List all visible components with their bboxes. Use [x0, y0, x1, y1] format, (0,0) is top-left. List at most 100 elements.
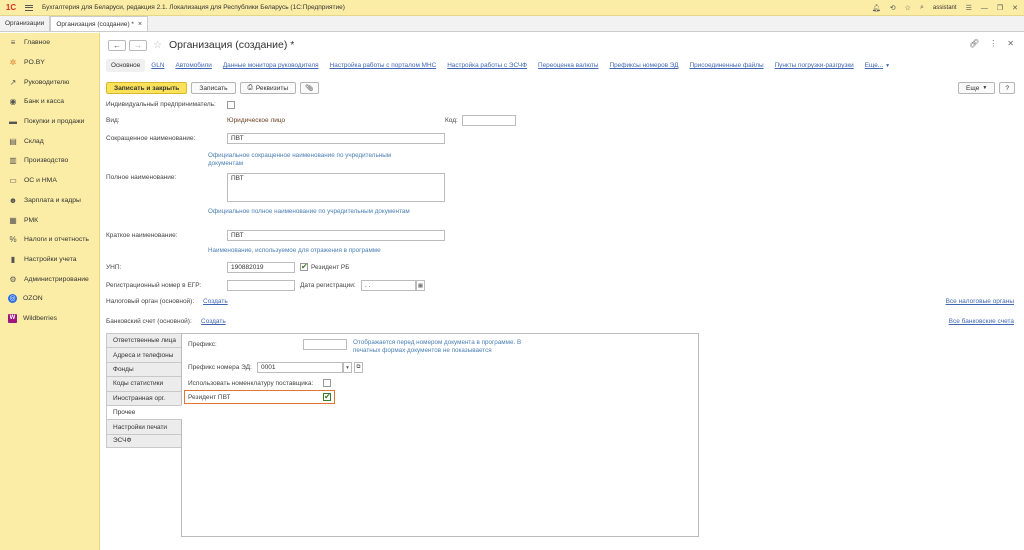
search-icon[interactable]: ⌕	[920, 4, 924, 12]
help-button[interactable]: ?	[999, 82, 1015, 94]
sidebar-item-label: Зарплата и кадры	[24, 196, 81, 204]
all-bank-accounts-link[interactable]: Все банковские счета	[949, 318, 1014, 325]
vtab-other[interactable]: Прочее	[106, 404, 182, 420]
brief-name-hint: Наименование, используемое для отражения…	[208, 247, 381, 254]
sidebar-item-bank[interactable]: ◉ Банк и касса	[0, 92, 99, 112]
vtab-responsible[interactable]: Ответственные лица	[106, 333, 182, 348]
short-name-label: Сокращенное наименование:	[106, 135, 196, 142]
sidebar-item-director[interactable]: ↗ Руководителю	[0, 72, 99, 92]
sidebar-item-label: Администрирование	[24, 275, 89, 283]
sidebar-item-taxes[interactable]: % Налоги и отчетность	[0, 230, 99, 250]
vtab-statistics-codes[interactable]: Коды статистики	[106, 376, 182, 391]
vtab-eschf[interactable]: ЭСЧФ	[106, 433, 182, 449]
requisites-button[interactable]: ⎙ Реквизиты	[239, 82, 297, 94]
reg-date-input[interactable]: . .	[361, 280, 416, 291]
bank-label: Банковский счет (основной):	[106, 318, 192, 325]
forward-arrow-icon[interactable]: →	[129, 39, 147, 51]
percent-icon: %	[9, 235, 17, 245]
main-menu-icon[interactable]	[22, 0, 36, 16]
calendar-icon[interactable]: ▦	[416, 280, 425, 291]
favorite-star-icon[interactable]: ☆	[153, 40, 162, 51]
sidebar-item-accounting-settings[interactable]: ▮ Настройки учета	[0, 250, 99, 270]
close-form-icon[interactable]: ✕	[1007, 39, 1014, 48]
nomenclature-checkbox[interactable]	[323, 379, 331, 387]
sidebar-item-pos[interactable]: ▦ РМК	[0, 210, 99, 230]
sidebar-item-fixed-assets[interactable]: ▭ ОС и НМА	[0, 171, 99, 191]
vid-label: Вид:	[106, 117, 120, 124]
resident-rb-checkbox[interactable]	[300, 262, 308, 271]
sidebar-item-purchases[interactable]: ▬ Покупки и продажи	[0, 112, 99, 132]
nav-link-cars[interactable]: Автомобили	[175, 62, 211, 69]
form-title: Организация (создание) *	[168, 39, 295, 51]
open-icon[interactable]: ⧉	[354, 362, 363, 373]
sidebar-item-ozon[interactable]: ◎ OZON	[0, 289, 99, 309]
vid-value[interactable]: Юридическое лицо	[227, 117, 285, 124]
nav-link-revaluation[interactable]: Переоценка валюты	[538, 62, 599, 69]
ed-prefix-input[interactable]: 0001	[257, 362, 343, 373]
sidebar-item-salary[interactable]: ☻ Зарплата и кадры	[0, 191, 99, 211]
sidebar-item-wildberries[interactable]: W Wildberries	[0, 309, 99, 329]
short-name-input[interactable]: ПВТ	[227, 133, 445, 144]
settings-menu-icon[interactable]: ☰	[966, 4, 972, 12]
sidebar-item-warehouse[interactable]: ▤ Склад	[0, 131, 99, 151]
tab-organizations[interactable]: Организации	[0, 16, 51, 31]
nav-link-eschf[interactable]: Настройка работы с ЭСЧФ	[447, 62, 527, 69]
nav-link-main[interactable]: Основное	[106, 59, 146, 72]
command-bar-right: Еще ▼ ?	[957, 82, 1015, 94]
more-button[interactable]: Еще ▼	[957, 82, 996, 94]
pvt-resident-checkbox[interactable]	[323, 392, 331, 401]
vtab-print-settings[interactable]: Настройки печати	[106, 419, 182, 434]
nav-link-mns-portal[interactable]: Настройка работы с порталом МНС	[330, 62, 437, 69]
history-icon[interactable]: ⟲	[890, 4, 896, 12]
bank-create-link[interactable]: Создать	[201, 318, 226, 325]
more-dropdown-icon[interactable]: ▼	[885, 63, 890, 69]
full-name-input[interactable]: ПВТ	[227, 173, 445, 202]
kod-label: Код:	[445, 117, 458, 124]
ip-checkbox[interactable]	[227, 101, 235, 109]
prefix-input[interactable]	[303, 339, 347, 350]
warehouse-icon: ▤	[9, 136, 17, 146]
save-and-close-button[interactable]: Записать и закрыть	[106, 82, 188, 94]
egr-input[interactable]	[227, 280, 295, 291]
user-name[interactable]: assistant	[933, 5, 957, 11]
sidebar-item-label: OZON	[23, 295, 43, 303]
minimize-icon[interactable]: —	[981, 5, 988, 12]
tax-create-link[interactable]: Создать	[203, 298, 228, 305]
save-button[interactable]: Записать	[191, 82, 236, 94]
close-window-icon[interactable]: ✕	[1012, 4, 1018, 12]
sidebar-item-main[interactable]: ≡ Главное	[0, 33, 99, 53]
vtab-foreign-org[interactable]: Иностранная орг.	[106, 390, 182, 405]
reg-date-label: Дата регистрации:	[300, 282, 356, 289]
vtab-funds[interactable]: Фонды	[106, 361, 182, 377]
tab-organization-create[interactable]: Организация (создание) * ×	[50, 16, 149, 31]
bell-icon[interactable]: 🔔︎	[872, 4, 881, 12]
sidebar-item-production[interactable]: ▥ Производство	[0, 151, 99, 171]
register-icon: ▦	[9, 215, 17, 225]
sidebar-item-label: Главное	[24, 39, 50, 47]
sidebar-item-label: РМК	[24, 216, 39, 224]
nav-link-ed-prefixes[interactable]: Префиксы номеров ЭД	[610, 62, 679, 69]
restore-icon[interactable]: ❐	[997, 4, 1003, 12]
nav-link-loading-points[interactable]: Пункты погрузки-разгрузки	[775, 62, 854, 69]
favorites-star-icon[interactable]: ☆	[905, 4, 911, 12]
close-tab-icon[interactable]: ×	[138, 21, 142, 28]
more-vertical-icon[interactable]: ⋮	[989, 39, 997, 48]
all-tax-offices-link[interactable]: Все налоговые органы	[946, 298, 1014, 305]
nav-link-more[interactable]: Еще...	[865, 62, 883, 69]
attach-button[interactable]: 📎︎	[300, 82, 319, 94]
nav-link-gln[interactable]: GLN	[151, 62, 164, 69]
nav-link-director-monitor[interactable]: Данные монитора руководителя	[223, 62, 319, 69]
dropdown-arrow-icon[interactable]: ▾	[343, 362, 352, 373]
sidebar-item-poby[interactable]: ✲ PO.BY	[0, 53, 99, 73]
kod-input[interactable]	[462, 115, 516, 126]
ip-label: Индивидуальный предприниматель:	[106, 101, 216, 108]
vertical-tabs: Ответственные лица Адреса и телефоны Фон…	[106, 333, 182, 449]
unp-input[interactable]: 190882019	[227, 262, 295, 273]
ed-prefix-label: Префикс номера ЭД:	[188, 364, 252, 371]
sidebar-item-admin[interactable]: ⚙ Администрирование	[0, 269, 99, 289]
link-icon[interactable]: 🔗︎	[969, 39, 979, 48]
nav-link-attached-files[interactable]: Присоединенные файлы	[690, 62, 764, 69]
vtab-addresses[interactable]: Адреса и телефоны	[106, 347, 182, 362]
brief-name-input[interactable]: ПВТ	[227, 230, 445, 241]
back-arrow-icon[interactable]: ←	[108, 39, 126, 51]
